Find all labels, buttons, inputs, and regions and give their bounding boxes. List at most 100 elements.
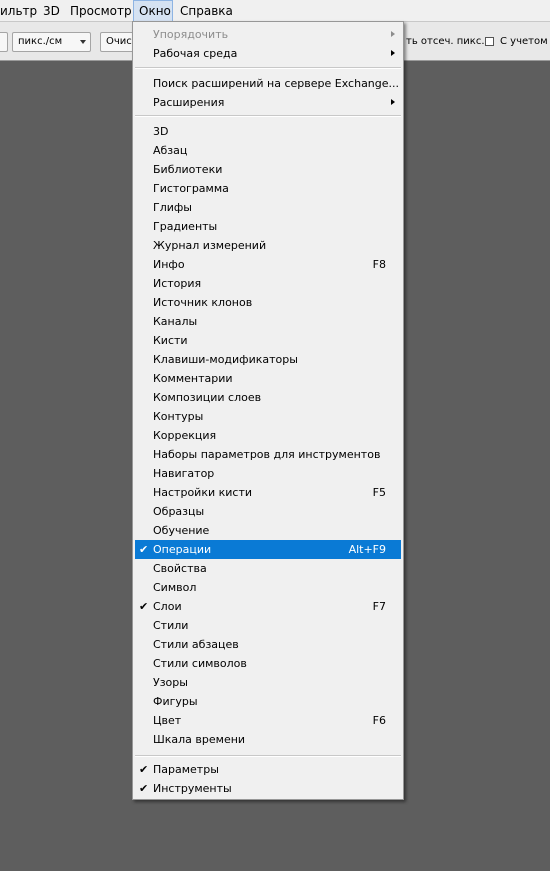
menu-item-panel[interactable]: История: [135, 274, 401, 293]
checkmark-icon: ✔: [139, 763, 149, 776]
menu-item-options[interactable]: ✔ Параметры: [135, 760, 401, 779]
menu-view[interactable]: Просмотр: [70, 0, 132, 22]
submenu-arrow-icon: [391, 99, 395, 105]
shortcut-label: F5: [372, 486, 386, 499]
menu-item-tools[interactable]: ✔ Инструменты: [135, 779, 401, 798]
submenu-arrow-icon: [391, 31, 395, 37]
menu-item-panel[interactable]: Символ: [135, 578, 401, 597]
menu-item-label: Коррекция: [153, 429, 217, 442]
shortcut-label: F7: [372, 600, 386, 613]
menu-item-panel[interactable]: Обучение: [135, 521, 401, 540]
menu-item-panel[interactable]: Источник клонов: [135, 293, 401, 312]
menu-item-panel[interactable]: Узоры: [135, 673, 401, 692]
menu-item-panel[interactable]: Цвет F6: [135, 711, 401, 730]
menu-item-label: Образцы: [153, 505, 205, 518]
checkmark-icon: ✔: [139, 782, 149, 795]
menu-item-label: Операции: [153, 543, 212, 556]
menu-item-label: Библиотеки: [153, 163, 223, 176]
menu-item-panel[interactable]: Инфо F8: [135, 255, 401, 274]
menu-item-label: Наборы параметров для инструментов: [153, 448, 381, 461]
menu-item-label: Источник клонов: [153, 296, 253, 309]
menu-item-label: Глифы: [153, 201, 192, 214]
submenu-arrow-icon: [391, 50, 395, 56]
menu-item-label: Символ: [153, 581, 197, 594]
menu-help[interactable]: Справка: [180, 0, 233, 22]
menu-item-panel[interactable]: Абзац: [135, 141, 401, 160]
menu-item-panel[interactable]: Кисти: [135, 331, 401, 350]
menu-item-panel[interactable]: Коррекция: [135, 426, 401, 445]
menu-item-label: Кисти: [153, 334, 188, 347]
menu-item-panel[interactable]: Журнал измерений: [135, 236, 401, 255]
menu-separator: [135, 755, 401, 757]
menu-item-label: Комментарии: [153, 372, 233, 385]
menu-item-panel[interactable]: Гистограмма: [135, 179, 401, 198]
window-menu-dropdown: Упорядочить Рабочая среда Поиск расширен…: [132, 21, 404, 800]
units-select[interactable]: пикс./см: [12, 32, 91, 52]
menu-item-label: Стили: [153, 619, 189, 632]
menu-item-panel[interactable]: Стили символов: [135, 654, 401, 673]
shortcut-label: Alt+F9: [348, 543, 386, 556]
menu-item-panel[interactable]: Контуры: [135, 407, 401, 426]
menu-item-panel[interactable]: Клавиши-модификаторы: [135, 350, 401, 369]
menu-item-label: Абзац: [153, 144, 188, 157]
menu-item-label: Навигатор: [153, 467, 215, 480]
menu-item-label: Каналы: [153, 315, 198, 328]
menu-item-label: Настройки кисти: [153, 486, 253, 499]
menu-item-label: Цвет: [153, 714, 182, 727]
menu-item-label: Гистограмма: [153, 182, 229, 195]
menu-item-panel[interactable]: Свойства: [135, 559, 401, 578]
menu-item-panel[interactable]: ✔ Операции Alt+F9: [135, 540, 401, 559]
menu-item-panel[interactable]: ✔ Слои F7: [135, 597, 401, 616]
menu-item-panel[interactable]: Градиенты: [135, 217, 401, 236]
menu-item-label: Узоры: [153, 676, 188, 689]
menu-separator: [135, 115, 401, 117]
menu-item-label: 3D: [153, 125, 169, 138]
menu-item-label: Композиции слоев: [153, 391, 262, 404]
menu-item-label: Стили символов: [153, 657, 247, 670]
menu-item-panel[interactable]: Навигатор: [135, 464, 401, 483]
menu-item-label: Градиенты: [153, 220, 218, 233]
menu-item-extensions[interactable]: Расширения: [135, 93, 401, 112]
menu-item-label: Свойства: [153, 562, 207, 575]
menu-item-label: Слои: [153, 600, 182, 613]
menu-item-workspace[interactable]: Рабочая среда: [135, 44, 401, 63]
menu-item-panel[interactable]: Каналы: [135, 312, 401, 331]
menu-item-arrange[interactable]: Упорядочить: [135, 25, 401, 44]
menu-item-label: Контуры: [153, 410, 204, 423]
menu-item-label: Обучение: [153, 524, 210, 537]
menu-item-panel[interactable]: Стили: [135, 616, 401, 635]
menu-item-panel[interactable]: Наборы параметров для инструментов: [135, 445, 401, 464]
menu-item-panel[interactable]: Комментарии: [135, 369, 401, 388]
menu-bar: ильтр 3D Просмотр Окно Справка: [0, 0, 550, 22]
menu-item-panel[interactable]: Образцы: [135, 502, 401, 521]
menu-item-label: Шкала времени: [153, 733, 246, 746]
menu-item-panel[interactable]: Настройки кисти F5: [135, 483, 401, 502]
menu-item-panel[interactable]: Фигуры: [135, 692, 401, 711]
menu-item-panel[interactable]: Стили абзацев: [135, 635, 401, 654]
clip-pixels-label: ть отсеч. пикс.: [406, 36, 485, 47]
menu-item-panel[interactable]: 3D: [135, 122, 401, 141]
chevron-down-icon: [80, 40, 86, 44]
shortcut-label: F8: [372, 258, 386, 271]
with-layers-checkbox[interactable]: [485, 37, 494, 46]
options-left-field[interactable]: [0, 32, 8, 52]
menu-item-label: Клавиши-модификаторы: [153, 353, 298, 366]
menu-item-panel[interactable]: Композиции слоев: [135, 388, 401, 407]
menu-window[interactable]: Окно: [133, 0, 173, 22]
menu-item-panel[interactable]: Шкала времени: [135, 730, 401, 749]
menu-3d[interactable]: 3D: [43, 0, 60, 22]
menu-item-label: История: [153, 277, 202, 290]
shortcut-label: F6: [372, 714, 386, 727]
menu-item-panel[interactable]: Глифы: [135, 198, 401, 217]
menu-item-label: Фигуры: [153, 695, 198, 708]
menu-item-label: Стили абзацев: [153, 638, 239, 651]
units-value: пикс./см: [18, 36, 63, 47]
menu-item-label: Журнал измерений: [153, 239, 267, 252]
with-layers-label: С учетом сл: [500, 36, 550, 47]
menu-item-label: Инфо: [153, 258, 185, 271]
menu-separator: [135, 67, 401, 69]
checkmark-icon: ✔: [139, 543, 149, 556]
menu-item-panel[interactable]: Библиотеки: [135, 160, 401, 179]
menu-item-find-extensions[interactable]: Поиск расширений на сервере Exchange...: [135, 74, 401, 93]
menu-filter[interactable]: ильтр: [0, 0, 37, 22]
